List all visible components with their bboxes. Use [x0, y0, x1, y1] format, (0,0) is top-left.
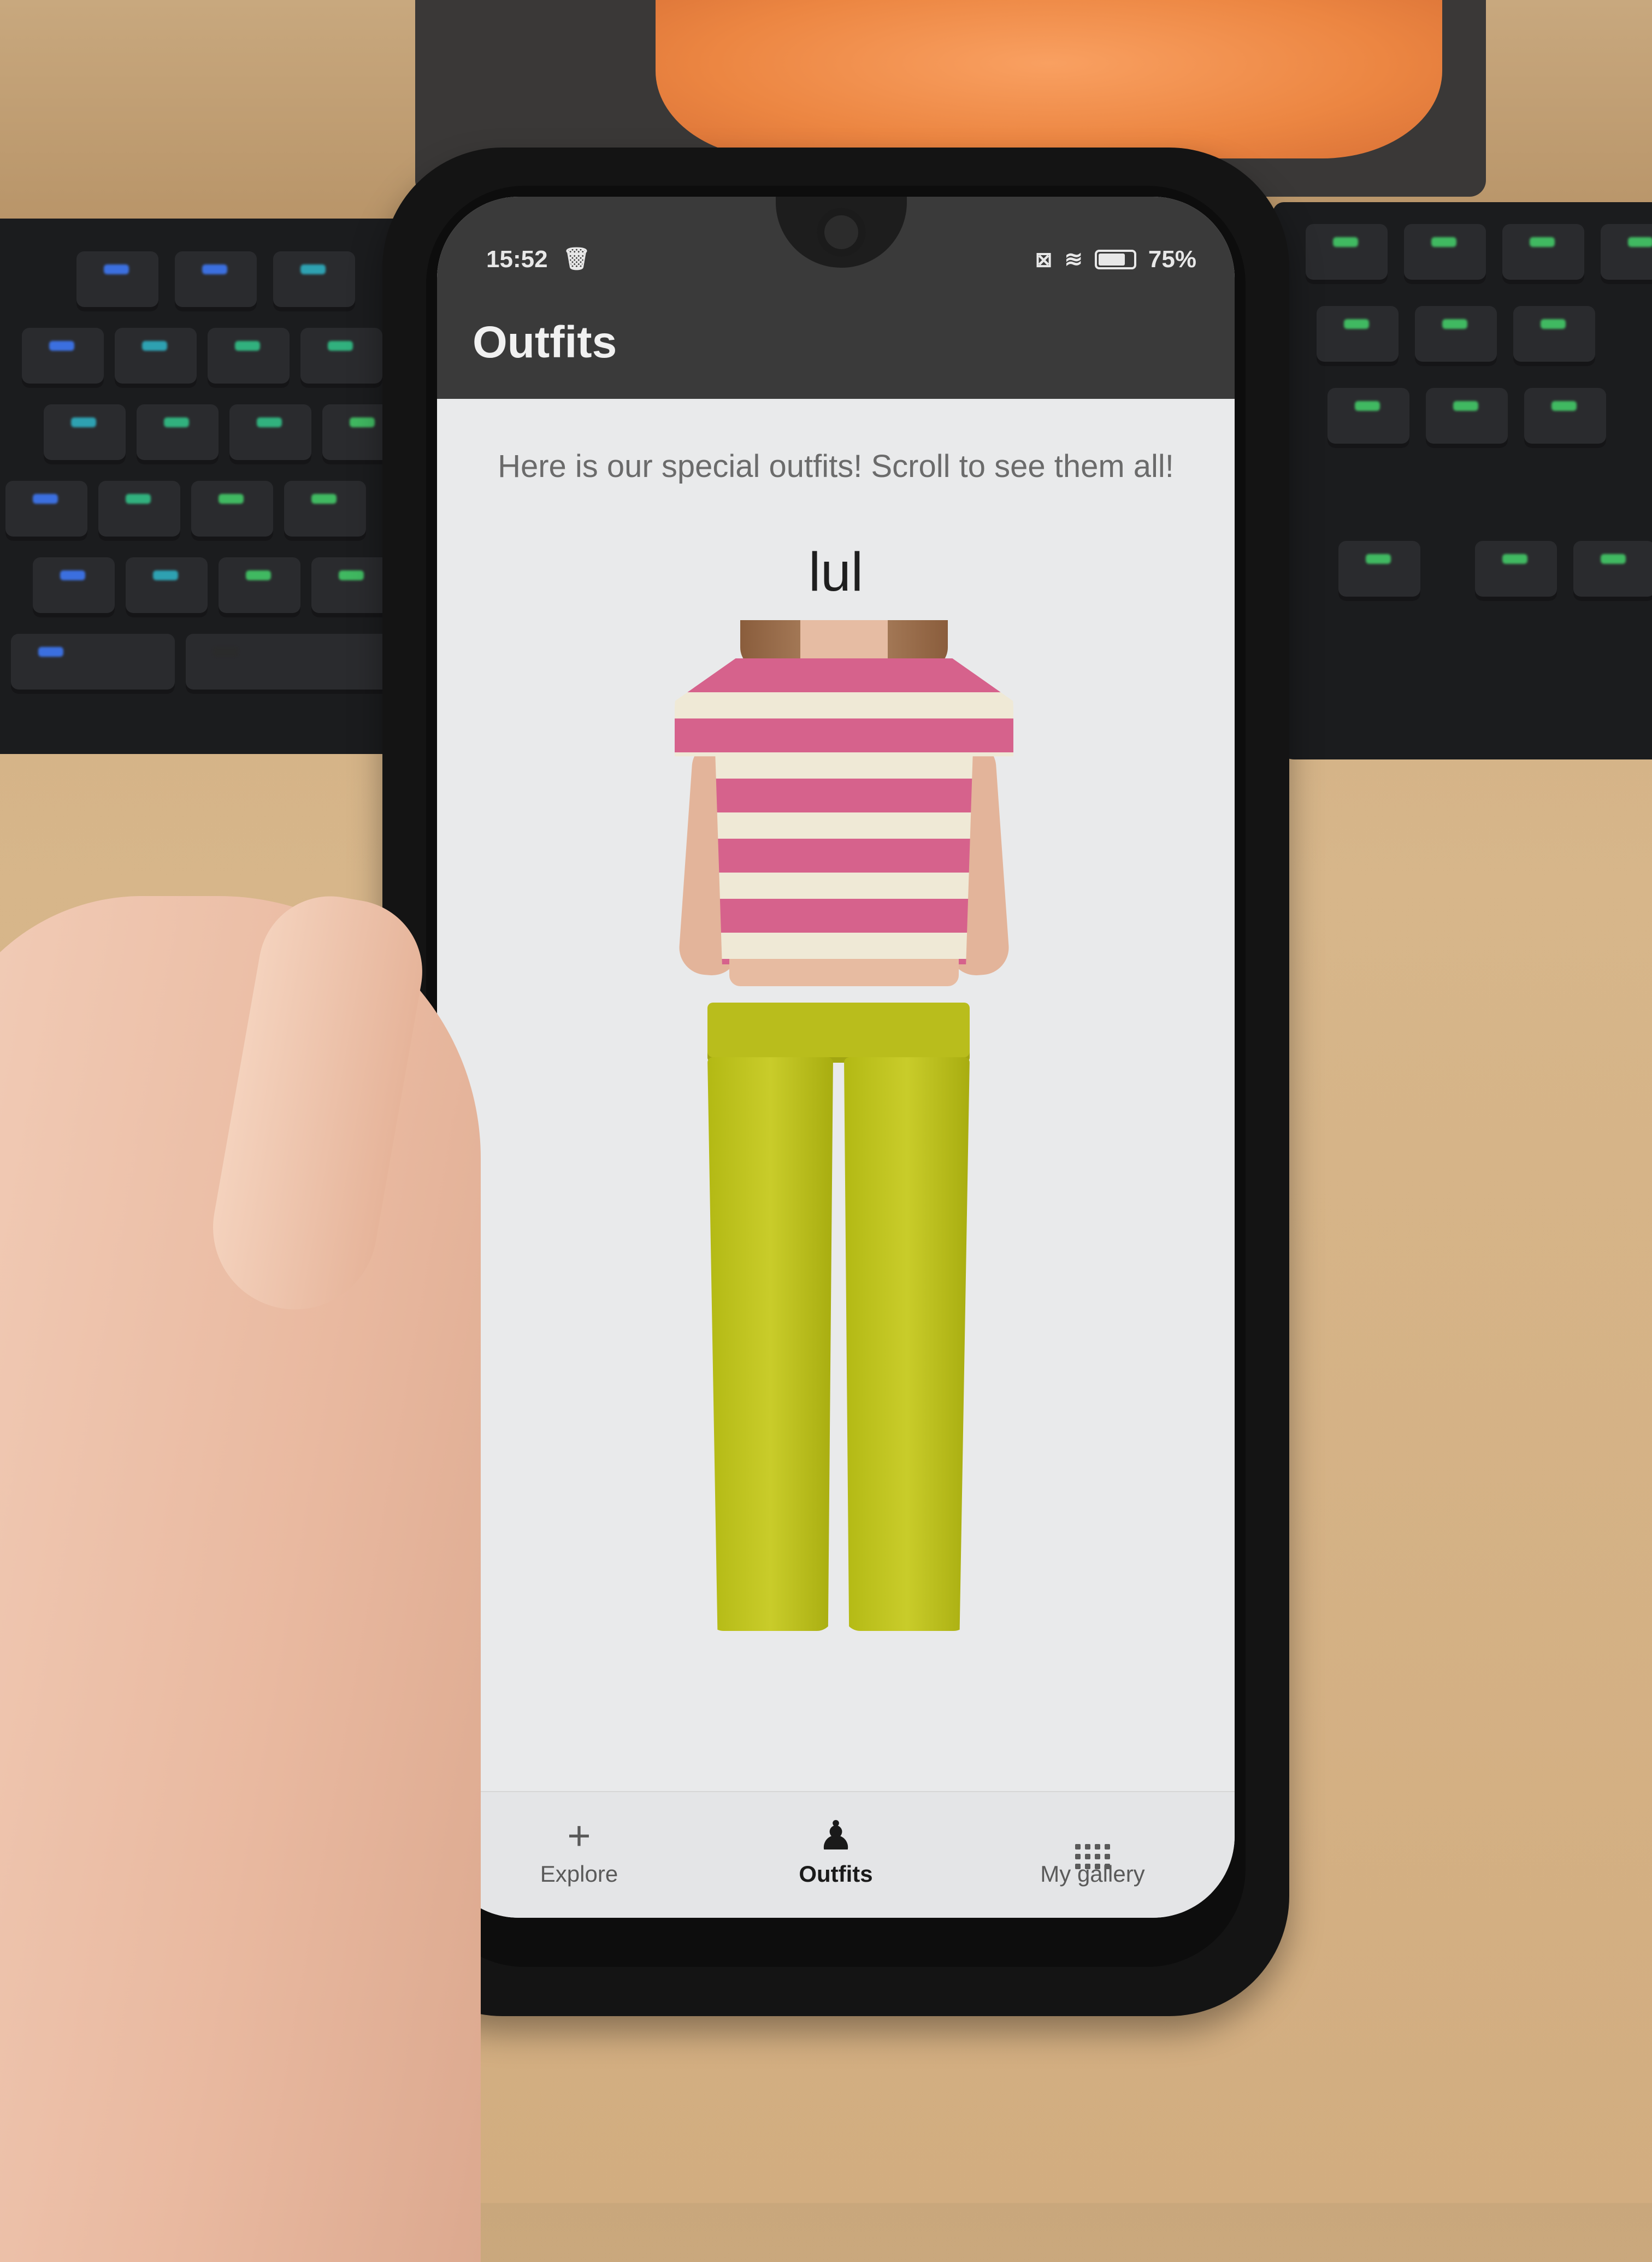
status-time: 15:52: [486, 246, 548, 273]
outfits-content[interactable]: Here is our special outfits! Scroll to s…: [437, 399, 1235, 1792]
pants-right-leg: [844, 1057, 970, 1631]
trash-icon: 🗑: [563, 247, 591, 271]
keyboard-right: [1273, 202, 1652, 759]
striped-shirt: [675, 658, 1013, 964]
bottom-navigation: + Explore ♟ Outfits My gallery: [437, 1791, 1235, 1918]
battery-icon: [1094, 250, 1136, 269]
grid-icon: [1011, 1814, 1175, 1869]
battery-percent: 75%: [1148, 246, 1196, 273]
app-top-bar: 15:52 🗑 ⊠ ≋ 75% Outfits: [437, 197, 1235, 399]
outfits-subtitle: Here is our special outfits! Scroll to s…: [498, 449, 1174, 484]
bottom-garment-image[interactable]: [702, 1003, 975, 1631]
nav-outfits[interactable]: ♟ Outfits: [754, 1814, 918, 1887]
nav-my-gallery[interactable]: My gallery: [1011, 1814, 1175, 1887]
no-sim-icon: ⊠: [1035, 248, 1053, 272]
phone-screen: 15:52 🗑 ⊠ ≋ 75% Outfits Here is our spec…: [437, 197, 1235, 1918]
wifi-icon: ≋: [1064, 248, 1083, 272]
orange-cloth: [656, 0, 1442, 158]
nav-outfits-label: Outfits: [799, 1861, 873, 1887]
outfit-name: lul: [808, 541, 864, 603]
nav-explore-label: Explore: [540, 1861, 618, 1887]
midriff: [729, 959, 959, 986]
keyboard-left: [0, 219, 415, 754]
outfit-icon: ♟: [817, 1813, 854, 1858]
status-bar: 15:52 🗑 ⊠ ≋ 75%: [486, 246, 1196, 279]
pants-left-leg: [707, 1057, 833, 1631]
app-title: Outfits: [473, 317, 617, 367]
plus-icon: +: [567, 1813, 591, 1858]
top-garment-image[interactable]: [664, 620, 1024, 986]
status-right-icons: ⊠ ≋ 75%: [1035, 246, 1196, 273]
nav-explore[interactable]: + Explore: [497, 1814, 661, 1887]
nav-my-gallery-label: My gallery: [1040, 1861, 1145, 1887]
pants-waistband: [707, 1003, 970, 1063]
